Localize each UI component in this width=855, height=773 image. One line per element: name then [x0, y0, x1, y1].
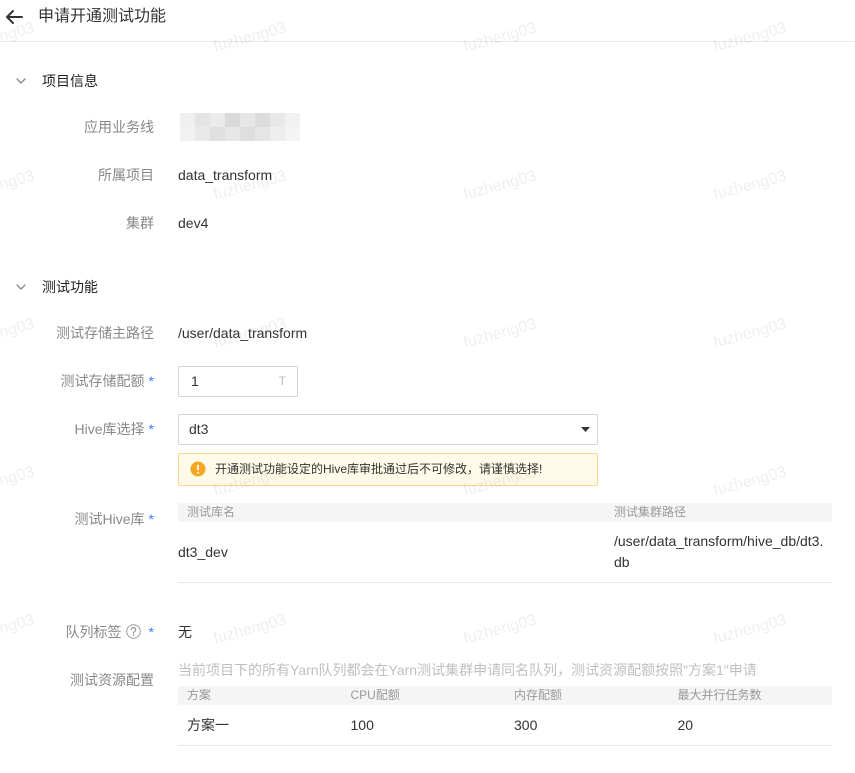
table-header: 测试库名 测试集群路径	[178, 503, 832, 522]
table-cell-max-tasks: 20	[677, 717, 694, 733]
field-label-storage-quota: 测试存储配额 *	[0, 357, 154, 405]
hive-select-value: dt3	[178, 405, 598, 453]
field-project: 所属项目 data_transform	[0, 151, 855, 199]
hive-warning-text: 开通测试功能设定的Hive库审批通过后不可修改，请谨慎选择!	[215, 462, 543, 476]
page-title: 申请开通测试功能	[38, 8, 167, 25]
cluster-value: dev4	[178, 215, 209, 231]
table-cell-cluster-path: /user/data_transform/hive_db/dt3.db	[614, 533, 824, 570]
required-mark: *	[148, 511, 154, 527]
chevron-down-icon	[16, 78, 26, 84]
storage-quota-label: 测试存储配额	[60, 373, 145, 389]
field-test-hive-db: 测试Hive库 * 测试库名 测试集群路径 dt3_dev /user/data_…	[0, 495, 855, 583]
queue-tag-value: 无	[178, 624, 192, 640]
table-cell-cpu: 100	[350, 717, 374, 733]
field-storage-quota: 测试存储配额 * 1 T	[0, 357, 855, 405]
field-business-line: 应用业务线	[0, 103, 855, 151]
section-test-feature[interactable]: 测试功能	[0, 276, 855, 298]
column-header: 测试集群路径	[614, 505, 687, 519]
column-header: 测试库名	[187, 505, 236, 519]
table-cell-db-name: dt3_dev	[178, 544, 228, 560]
project-value: data_transform	[178, 167, 273, 183]
section-title-test-feature: 测试功能	[42, 279, 98, 295]
arrow-left-icon	[6, 10, 23, 24]
field-label-resource-config: 测试资源配置	[0, 656, 154, 704]
business-line-label: 应用业务线	[84, 119, 154, 135]
field-storage-path: 测试存储主路径 /user/data_transform	[0, 309, 855, 357]
storage-path-label: 测试存储主路径	[56, 325, 154, 341]
table-row: 方案一 100 300 20	[178, 705, 832, 746]
field-queue-tag: 队列标签 * 无	[0, 608, 855, 656]
hive-db-select[interactable]: dt3	[178, 413, 598, 445]
table-cell-memory: 300	[514, 717, 538, 733]
field-label-queue-tag: 队列标签 *	[0, 608, 154, 656]
field-hive-select: Hive库选择 * dt3	[0, 405, 855, 453]
column-header: 最大并行任务数	[677, 688, 762, 702]
caret-down-icon	[581, 426, 590, 432]
table-row: dt3_dev /user/data_transform/hive_db/dt3…	[178, 522, 832, 583]
exclamation-circle-icon	[190, 461, 206, 477]
hive-select-label: Hive库选择	[74, 421, 145, 437]
chevron-down-icon	[16, 284, 26, 290]
storage-path-value: /user/data_transform	[178, 325, 308, 341]
test-hive-db-value: 测试库名 测试集群路径 dt3_dev /user/data_transform…	[178, 495, 832, 583]
page-header: 申请开通测试功能	[0, 0, 855, 42]
project-label: 所属项目	[98, 167, 154, 183]
hive-warning-alert: 开通测试功能设定的Hive库审批通过后不可修改，请谨慎选择!	[178, 453, 598, 486]
field-label-hive-select: Hive库选择 *	[0, 405, 154, 453]
field-resource-config: 测试资源配置 当前项目下的所有Yarn队列都会在Yarn测试集群申请同名队列，测…	[0, 656, 855, 746]
column-header: CPU配额	[350, 688, 400, 702]
resource-config-label: 测试资源配置	[70, 672, 154, 688]
back-button[interactable]	[5, 8, 23, 26]
cluster-label: 集群	[126, 215, 154, 231]
test-hive-db-table: 测试库名 测试集群路径 dt3_dev /user/data_transform…	[178, 503, 832, 583]
queue-tag-label: 队列标签	[65, 624, 122, 640]
resource-config-description: 当前项目下的所有Yarn队列都会在Yarn测试集群申请同名队列，测试资源配额按照…	[178, 662, 757, 678]
column-header: 方案	[187, 688, 212, 702]
redacted-business-line-value	[180, 113, 300, 141]
hive-db-select-value: dt3	[189, 420, 209, 437]
field-label-business-line: 应用业务线	[0, 103, 154, 151]
storage-quota-input[interactable]: 1 T	[178, 365, 298, 397]
field-label-storage-path: 测试存储主路径	[0, 309, 154, 357]
field-cluster: 集群 dev4	[0, 199, 855, 247]
table-header: 方案 CPU配额 内存配额 最大并行任务数	[178, 686, 832, 705]
field-label-cluster: 集群	[0, 199, 154, 247]
field-label-project: 所属项目	[0, 151, 154, 199]
storage-quota-unit: T	[278, 373, 286, 388]
storage-quota-input-value: 1	[191, 372, 199, 389]
required-mark: *	[148, 373, 154, 389]
resource-plan-table: 方案 CPU配额 内存配额 最大并行任务数 方案一 100 300 20	[178, 686, 832, 746]
required-mark: *	[148, 421, 154, 437]
table-cell-plan: 方案一	[187, 717, 229, 733]
resource-config-value: 当前项目下的所有Yarn队列都会在Yarn测试集群申请同名队列，测试资源配额按照…	[178, 656, 832, 746]
test-hive-db-label: 测试Hive库	[74, 511, 145, 527]
section-title-project-info: 项目信息	[42, 73, 98, 89]
column-header: 内存配额	[514, 688, 563, 702]
business-line-value	[178, 103, 300, 151]
question-circle-icon[interactable]	[125, 623, 141, 639]
section-project-info[interactable]: 项目信息	[0, 70, 855, 92]
field-label-test-hive-db: 测试Hive库 *	[0, 495, 154, 543]
required-mark: *	[148, 624, 154, 640]
storage-quota-value: 1 T	[178, 357, 298, 405]
